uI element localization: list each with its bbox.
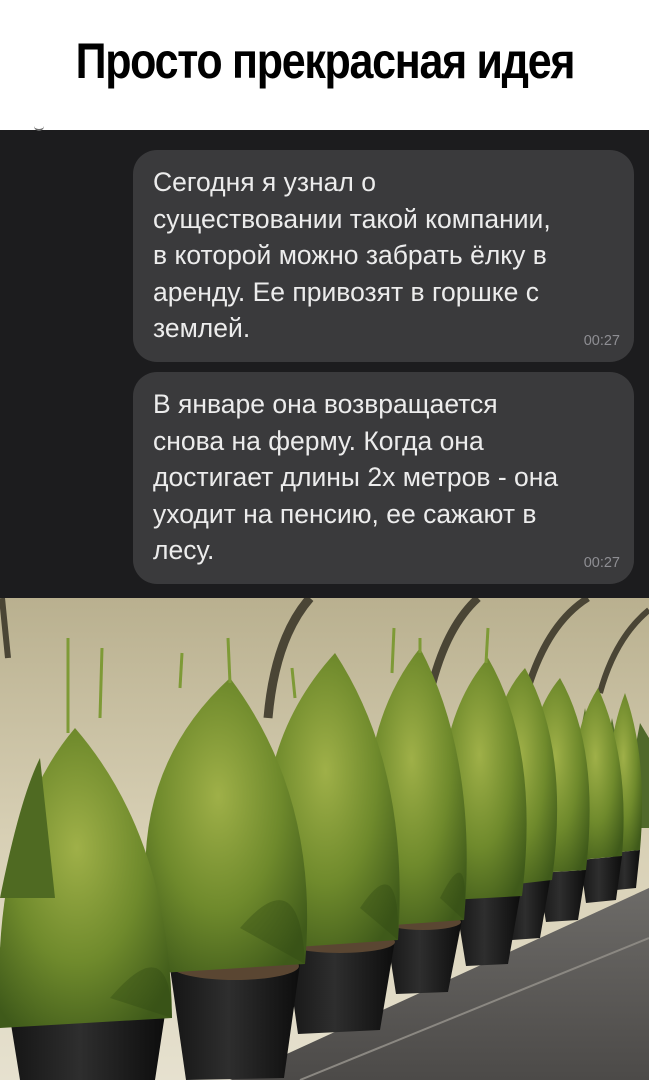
message-text: В январе она возвращается снова на ферму… [153, 389, 559, 565]
spruce-greenhouse-photo [0, 598, 649, 1080]
message-text: Сегодня я узнал о существовании такой ко… [153, 167, 551, 343]
message-timestamp: 00:27 [583, 555, 620, 571]
photo-illustration [0, 598, 649, 1080]
chat-screenshot: Сегодня я узнал о существовании такой ко… [0, 129, 649, 598]
caption-title: Просто прекрасная идея [75, 33, 575, 89]
meme-post: Просто прекрасная идея Сегодня я узнал о… [0, 0, 649, 1080]
reply-arc-icon [34, 126, 44, 131]
message-bubble[interactable]: В январе она возвращается снова на ферму… [133, 372, 634, 584]
message-timestamp: 00:27 [583, 333, 620, 349]
message-bubble[interactable]: Сегодня я узнал о существовании такой ко… [133, 150, 634, 362]
caption-header: Просто прекрасная идея [0, 0, 649, 130]
